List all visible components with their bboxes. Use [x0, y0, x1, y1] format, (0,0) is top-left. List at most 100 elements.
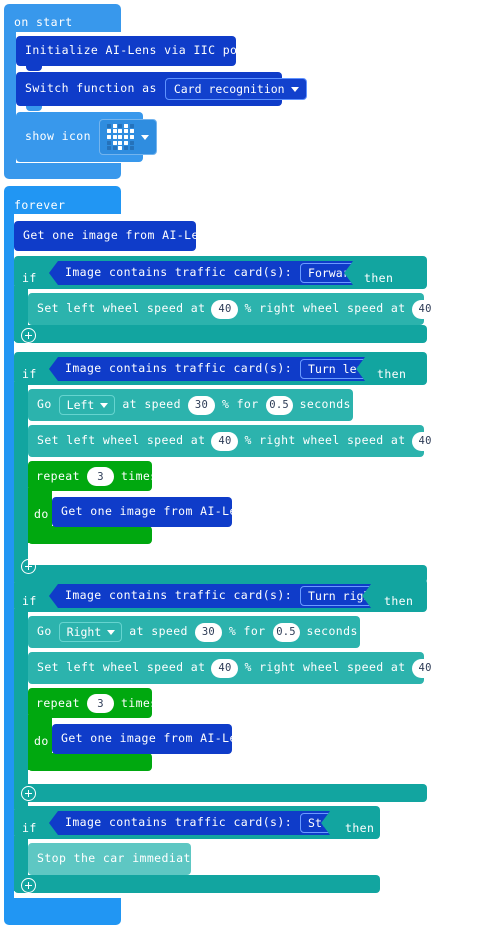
- if-turn-right-keyword: if: [22, 590, 37, 609]
- go-direction-block[interactable]: Go Left at speed 30 % for 0.5 seconds: [28, 389, 353, 421]
- percent-label: %: [444, 301, 452, 316]
- led-pixel[interactable]: [123, 129, 129, 134]
- if-text: if: [22, 594, 37, 608]
- set-wheel-label-b: % right wheel speed at: [244, 433, 406, 448]
- condition-label: Image contains traffic card(s):: [65, 588, 293, 603]
- speed-input[interactable]: 30: [187, 395, 215, 415]
- led-pixel[interactable]: [112, 134, 117, 140]
- do-label-wrap: do: [34, 503, 49, 522]
- led-matrix-field[interactable]: [98, 118, 157, 156]
- led-pixel[interactable]: [123, 146, 129, 151]
- go-label: Go: [37, 397, 52, 412]
- show-icon-block[interactable]: show icon: [16, 112, 157, 162]
- led-pixel[interactable]: [106, 140, 112, 145]
- left-wheel-speed-input[interactable]: 40: [211, 431, 239, 451]
- led-pixel[interactable]: [106, 129, 112, 134]
- on-start-label: on start: [14, 11, 73, 30]
- go-direction-block[interactable]: Go Right at speed 30 % for 0.5 seconds: [28, 616, 360, 648]
- condition-forward[interactable]: Image contains traffic card(s): Forward: [49, 261, 353, 285]
- then-keyword-stop: then: [345, 817, 374, 836]
- right-wheel-speed-input[interactable]: 40: [411, 658, 439, 678]
- condition-stop[interactable]: Image contains traffic card(s): Stop: [49, 811, 330, 835]
- speed-input[interactable]: 30: [194, 622, 222, 642]
- led-pixel[interactable]: [112, 140, 117, 145]
- add-condition-button[interactable]: [21, 786, 36, 801]
- led-pixel[interactable]: [129, 123, 134, 128]
- initialize-ailens-label: Initialize AI-Lens via IIC port: [25, 43, 253, 58]
- direction-dropdown[interactable]: Left: [58, 395, 116, 415]
- led-pixel[interactable]: [118, 140, 123, 145]
- right-wheel-speed-input[interactable]: 40: [411, 299, 439, 319]
- set-wheel-label-a: Set left wheel speed at: [37, 660, 206, 675]
- direction-value: Right: [66, 625, 102, 639]
- led-pixel[interactable]: [123, 134, 129, 140]
- condition-turn-right[interactable]: Image contains traffic card(s): Turn rig…: [49, 584, 371, 608]
- led-pixel[interactable]: [106, 146, 112, 151]
- repeat-count-input[interactable]: 3: [86, 467, 114, 486]
- repeat-count-input[interactable]: 3: [86, 694, 114, 713]
- switch-function-label: Switch function as: [25, 81, 157, 96]
- led-pixel[interactable]: [129, 140, 134, 145]
- then-text: then: [364, 271, 394, 285]
- if-stop-keyword: if: [22, 817, 37, 836]
- percent-label: %: [444, 433, 452, 448]
- at-speed-label: at speed: [129, 624, 188, 639]
- add-condition-button[interactable]: [21, 328, 36, 343]
- duration-input[interactable]: 0.5: [272, 622, 300, 642]
- led-pixel[interactable]: [112, 146, 117, 151]
- repeat-label: repeat: [36, 695, 80, 710]
- get-image-block[interactable]: Get one image from AI-Lens: [52, 497, 251, 527]
- add-condition-button[interactable]: [21, 878, 36, 893]
- led-pixel[interactable]: [118, 146, 123, 151]
- if-text: if: [22, 271, 37, 285]
- left-wheel-speed-input[interactable]: 40: [211, 658, 239, 678]
- forever-text: forever: [14, 198, 66, 212]
- if-turn-left-keyword: if: [22, 363, 37, 382]
- initialize-ailens-block[interactable]: Initialize AI-Lens via IIC port: [16, 36, 252, 66]
- led-pixel[interactable]: [112, 123, 117, 128]
- repeat-footer: [28, 753, 152, 771]
- led-pixel[interactable]: [118, 129, 123, 134]
- do-label: do: [34, 734, 49, 748]
- get-image-label: Get one image from AI-Lens: [61, 731, 252, 746]
- right-wheel-speed-input[interactable]: 40: [411, 431, 439, 451]
- led-pixel[interactable]: [123, 123, 129, 128]
- go-label: Go: [37, 624, 52, 639]
- condition-turn-left[interactable]: Image contains traffic card(s): Turn lef…: [49, 357, 365, 381]
- chevron-down-icon: [100, 402, 109, 408]
- led-pixel[interactable]: [118, 123, 123, 128]
- blocks-workspace[interactable]: on start Initialize AI-Lens via IIC port…: [0, 0, 500, 925]
- then-keyword-turn-left: then: [377, 363, 406, 382]
- function-dropdown[interactable]: Card recognition: [164, 78, 307, 100]
- set-wheel-label-a: Set left wheel speed at: [37, 433, 206, 448]
- do-label: do: [34, 507, 49, 521]
- led-pixel[interactable]: [106, 123, 112, 128]
- set-wheel-speed-block[interactable]: Set left wheel speed at 40 % right wheel…: [28, 425, 451, 457]
- add-condition-button[interactable]: [21, 559, 36, 574]
- led-pixel[interactable]: [129, 134, 134, 140]
- led-pixel[interactable]: [106, 134, 112, 140]
- chevron-down-icon: [140, 134, 149, 140]
- led-pixel[interactable]: [118, 134, 123, 140]
- if-turn-right-spine: [14, 609, 28, 809]
- left-wheel-speed-input[interactable]: 40: [211, 299, 239, 319]
- get-image-block[interactable]: Get one image from AI-Lens: [52, 724, 251, 754]
- condition-label: Image contains traffic card(s):: [65, 361, 293, 376]
- percent-for-label: % for: [221, 397, 259, 412]
- led-pixel[interactable]: [123, 140, 129, 145]
- if-turn-right-footer: [14, 784, 427, 802]
- duration-input[interactable]: 0.5: [265, 395, 293, 415]
- percent-for-label: % for: [228, 624, 266, 639]
- stop-car-block[interactable]: Stop the car immediately: [28, 843, 212, 875]
- get-image-block[interactable]: Get one image from AI-Lens: [14, 221, 213, 251]
- set-wheel-speed-block[interactable]: Set left wheel speed at 40 % right wheel…: [28, 293, 451, 325]
- set-wheel-speed-block[interactable]: Set left wheel speed at 40 % right wheel…: [28, 652, 451, 684]
- led-pixel[interactable]: [112, 129, 117, 134]
- then-text: then: [377, 367, 407, 381]
- if-turn-left-spine: [14, 382, 28, 582]
- direction-dropdown[interactable]: Right: [58, 622, 123, 642]
- then-keyword-turn-right: then: [384, 590, 413, 609]
- led-pixel[interactable]: [129, 129, 134, 134]
- led-pixel[interactable]: [129, 146, 134, 151]
- switch-function-block[interactable]: Switch function as Card recognition: [16, 72, 307, 106]
